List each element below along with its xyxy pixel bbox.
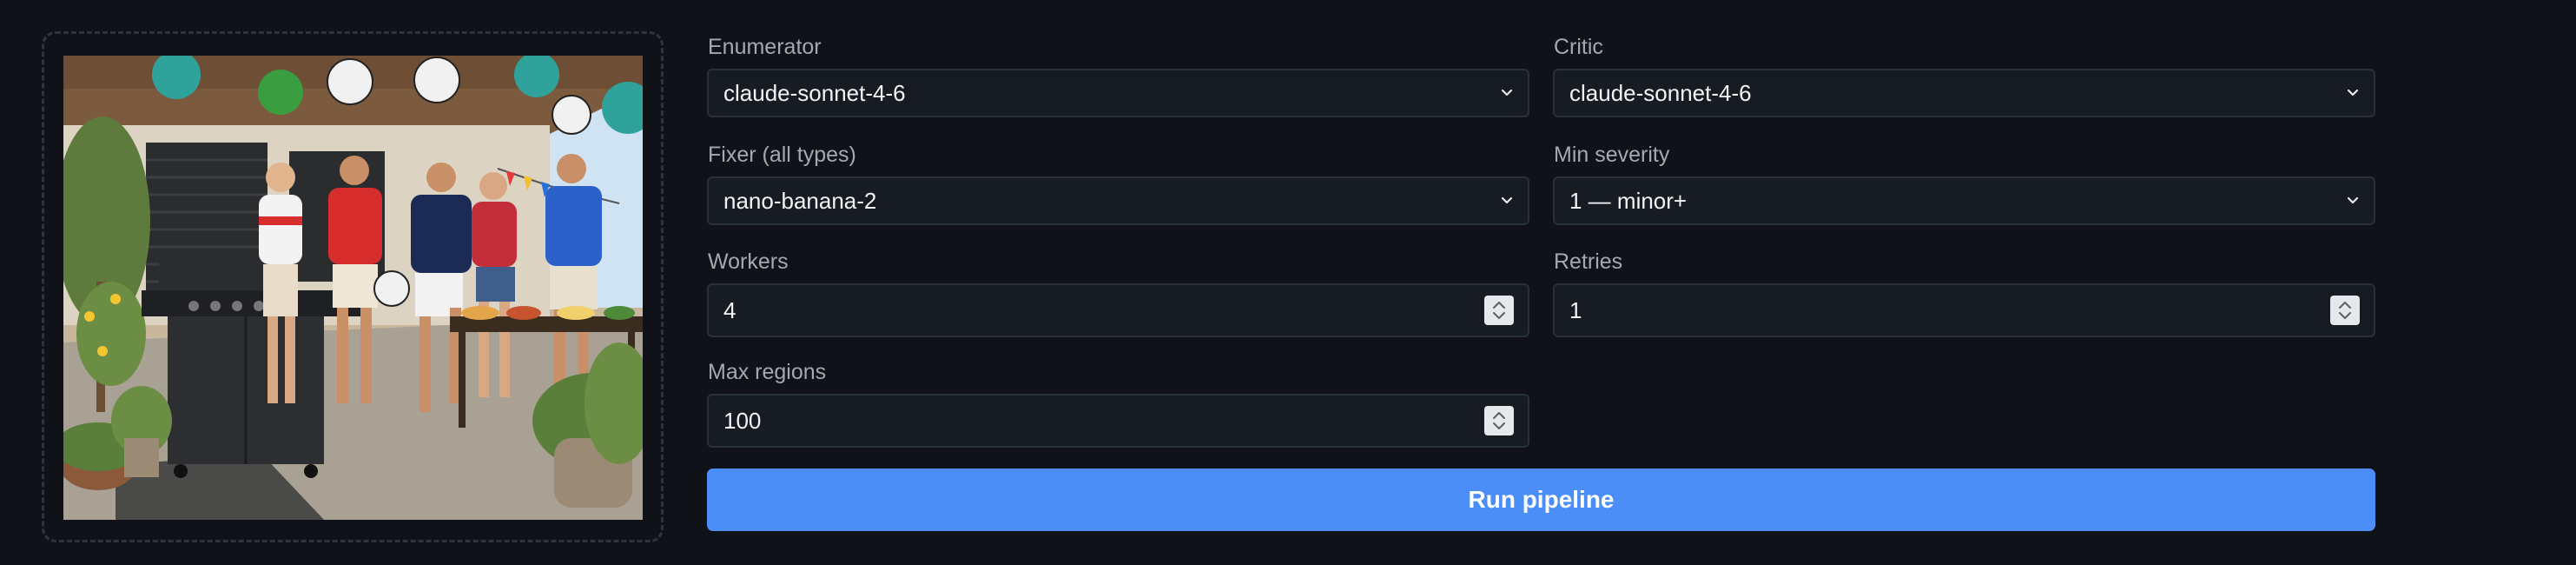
chevron-down-icon [2347, 196, 2359, 204]
image-preview [63, 56, 643, 520]
retries-value: 1 [1569, 297, 1582, 323]
retries-stepper[interactable] [2330, 296, 2360, 325]
critic-select[interactable]: claude-sonnet-4-6 [1553, 69, 2375, 117]
fixer-select[interactable]: nano-banana-2 [707, 176, 1529, 225]
min-severity-value: 1 — minor+ [1569, 188, 1688, 214]
enumerator-select[interactable]: claude-sonnet-4-6 [707, 69, 1529, 117]
workers-label: Workers [708, 249, 789, 274]
patio-party-photo [63, 56, 643, 520]
workers-value: 4 [723, 297, 736, 323]
chevron-down-icon [1501, 196, 1513, 204]
stepper-icon [2339, 302, 2351, 319]
stepper-icon [1493, 302, 1505, 319]
run-pipeline-button[interactable]: Run pipeline [707, 469, 2375, 531]
retries-label: Retries [1554, 249, 1623, 274]
min-severity-select[interactable]: 1 — minor+ [1553, 176, 2375, 225]
retries-input[interactable]: 1 [1553, 283, 2375, 337]
chevron-down-icon [1501, 89, 1513, 96]
enumerator-value: claude-sonnet-4-6 [723, 80, 906, 106]
max-regions-label: Max regions [708, 360, 827, 384]
workers-input[interactable]: 4 [707, 283, 1529, 337]
max-regions-stepper[interactable] [1484, 406, 1514, 435]
enumerator-label: Enumerator [708, 35, 822, 59]
fixer-label: Fixer (all types) [708, 143, 856, 167]
max-regions-value: 100 [723, 408, 762, 434]
chevron-down-icon [2347, 89, 2359, 96]
critic-value: claude-sonnet-4-6 [1569, 80, 1752, 106]
fixer-value: nano-banana-2 [723, 188, 877, 214]
critic-label: Critic [1554, 35, 1603, 59]
workers-stepper[interactable] [1484, 296, 1514, 325]
min-severity-label: Min severity [1554, 143, 1670, 167]
max-regions-input[interactable]: 100 [707, 394, 1529, 448]
stepper-icon [1493, 412, 1505, 429]
pipeline-config-page: Enumerator claude-sonnet-4-6 Critic clau… [0, 0, 2576, 565]
